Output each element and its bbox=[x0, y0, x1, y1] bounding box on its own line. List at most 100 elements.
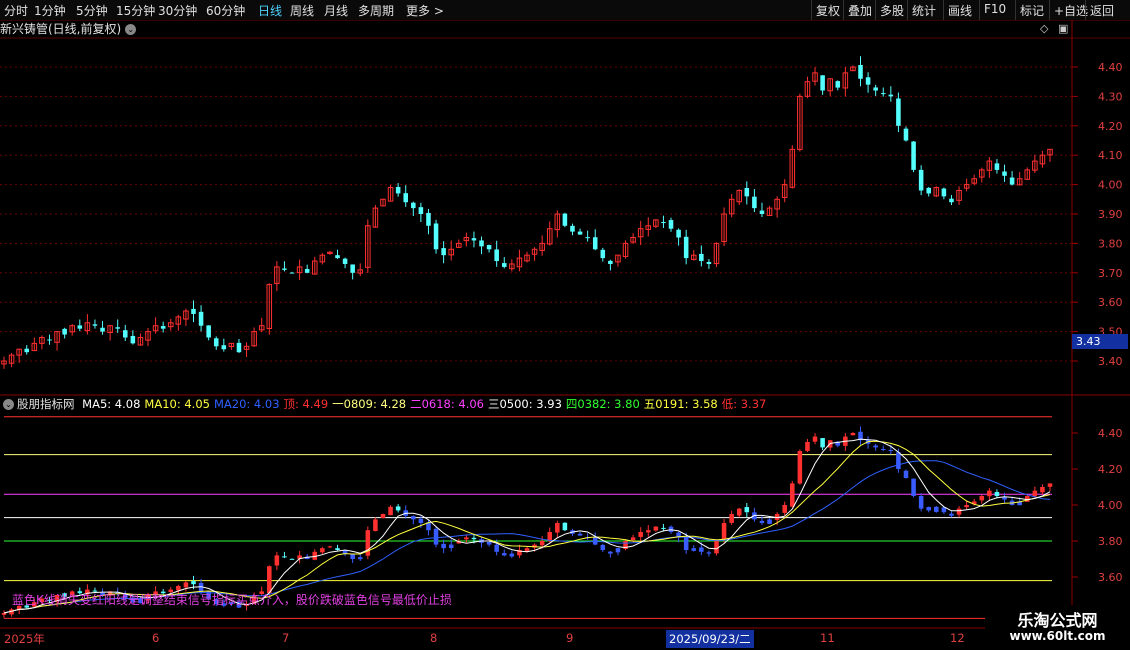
candle-body-down bbox=[479, 240, 484, 247]
ind-candle-body bbox=[797, 451, 803, 484]
ind-candle-body bbox=[850, 433, 856, 436]
candle-body-down bbox=[873, 87, 878, 91]
candle-body-down bbox=[77, 325, 83, 329]
ind-candle-body bbox=[805, 442, 810, 451]
indicator-label-5: 二0618: 4.06 bbox=[410, 397, 484, 411]
candle-body-down bbox=[577, 231, 583, 235]
ind-candle-body bbox=[896, 452, 901, 469]
candle-body-down bbox=[1009, 177, 1015, 185]
ind-candle-body bbox=[736, 508, 742, 516]
candle-body-down bbox=[411, 202, 416, 209]
candle-body-down bbox=[350, 264, 355, 273]
price-tick-label: 4.10 bbox=[1098, 149, 1123, 162]
ind-candle-body bbox=[388, 506, 393, 516]
watermark-title: 乐淘公式网 bbox=[1017, 611, 1098, 630]
date-tick-6: 12 bbox=[950, 631, 965, 645]
ind-candle-body bbox=[592, 537, 598, 545]
ind-candle-body bbox=[486, 542, 492, 545]
candle-body-down bbox=[494, 249, 499, 262]
ind-candle-body bbox=[782, 505, 787, 513]
ind-candle-body bbox=[1040, 487, 1045, 493]
candle-body-down bbox=[699, 253, 704, 262]
candle-body-down bbox=[115, 327, 120, 329]
ind-candle-body bbox=[608, 551, 613, 554]
indicator-label-6: 三0500: 3.93 bbox=[487, 397, 562, 411]
ind-candle-body bbox=[191, 581, 196, 585]
ind-candle-body bbox=[934, 506, 939, 512]
current-price-flag: 3.43 bbox=[1072, 334, 1128, 349]
ind-candle-body bbox=[987, 490, 992, 497]
date-tick-2: 7 bbox=[282, 631, 290, 645]
indicator-label-9: 低: 3.37 bbox=[721, 397, 767, 411]
candle-body-down bbox=[888, 94, 894, 97]
ind-candle-body bbox=[350, 553, 355, 559]
date-tick-0: 2025年 bbox=[4, 632, 45, 646]
watermark: 乐淘公式网 www.60lt.com bbox=[985, 605, 1130, 650]
candle-body-down bbox=[221, 345, 227, 350]
ind-candle-body bbox=[380, 514, 386, 519]
price-tick-label: 4.00 bbox=[1098, 179, 1123, 192]
candle-body-down bbox=[418, 207, 424, 214]
ind-candle-body bbox=[183, 582, 189, 588]
candle-body-down bbox=[403, 193, 408, 203]
date-tick-4: 9 bbox=[566, 631, 574, 645]
indicator-tick-label: 3.80 bbox=[1098, 535, 1123, 548]
date-tick-1: 6 bbox=[152, 631, 160, 645]
indicator-label-0: MA5: 4.08 bbox=[82, 397, 141, 411]
date-cursor-label: 2025/09/23/二 bbox=[666, 630, 754, 648]
ind-candle-body bbox=[418, 518, 424, 523]
ind-candle-body bbox=[646, 530, 651, 533]
candle-body-down bbox=[342, 258, 348, 264]
candle-body-down bbox=[820, 75, 825, 91]
indicator-name: 股朋指标网 bbox=[17, 397, 75, 411]
ind-candle-body bbox=[888, 449, 894, 451]
candle-body-down bbox=[676, 229, 681, 238]
ind-candle-body bbox=[464, 537, 469, 540]
ind-candle-body bbox=[706, 552, 712, 554]
indicator-label-8: 五0191: 3.58 bbox=[643, 397, 718, 411]
candle-body-down bbox=[926, 187, 931, 194]
ind-candle-body bbox=[926, 507, 931, 511]
candle-body-down bbox=[486, 245, 492, 250]
ind-candle-body bbox=[577, 533, 583, 536]
price-tick-label: 3.60 bbox=[1098, 296, 1123, 309]
candle-body-down bbox=[668, 220, 674, 229]
ind-candle-body bbox=[964, 505, 969, 508]
candle-body-down bbox=[206, 325, 211, 338]
candle-body-down bbox=[903, 128, 909, 141]
candle-body-down bbox=[592, 237, 598, 250]
candle-body-down bbox=[62, 328, 67, 335]
chevron-down-icon[interactable]: ⌄ bbox=[3, 399, 14, 410]
candle-body-down bbox=[304, 269, 310, 273]
candle-body-down bbox=[949, 198, 954, 203]
candle-body-down bbox=[585, 237, 590, 239]
price-chart-area[interactable]: 4.404.304.204.104.003.903.803.703.603.50… bbox=[0, 0, 1130, 650]
indicator-label-7: 四0382: 3.80 bbox=[565, 397, 640, 411]
ind-candle-body bbox=[820, 438, 825, 448]
candle-body-down bbox=[395, 186, 401, 194]
ind-candle-body bbox=[433, 528, 439, 545]
ind-candle-body bbox=[880, 448, 886, 450]
candle-body-down bbox=[600, 249, 606, 259]
ind-candle-body bbox=[1047, 483, 1053, 487]
ind-candle-body bbox=[373, 519, 378, 532]
indicator-title-bar: ⌄ 股朋指标网 MA5: 4.08 MA10: 4.05 MA20: 4.03 顶: 4… bbox=[0, 396, 1070, 414]
ind-candle-body bbox=[282, 556, 287, 558]
candle-body-down bbox=[471, 238, 477, 241]
ind-candle-body bbox=[949, 513, 954, 516]
candle-body-down bbox=[198, 311, 204, 326]
candle-body-down bbox=[289, 272, 295, 274]
indicator-label-1: MA10: 4.05 bbox=[144, 397, 210, 411]
indicator-tick-label: 4.40 bbox=[1098, 427, 1123, 440]
ind-candle-body bbox=[873, 445, 878, 448]
ind-candle-body bbox=[509, 553, 515, 557]
ind-candle-body bbox=[1032, 490, 1038, 497]
candle-body-down bbox=[426, 212, 431, 226]
candle-body-down bbox=[941, 188, 947, 197]
ind-candle-body bbox=[790, 483, 795, 507]
candle-body-down bbox=[608, 260, 613, 264]
ind-candle-body bbox=[395, 506, 401, 511]
candle-body-down bbox=[282, 268, 287, 270]
ind-candle-body bbox=[653, 526, 659, 531]
ind-candle-body bbox=[289, 558, 295, 560]
